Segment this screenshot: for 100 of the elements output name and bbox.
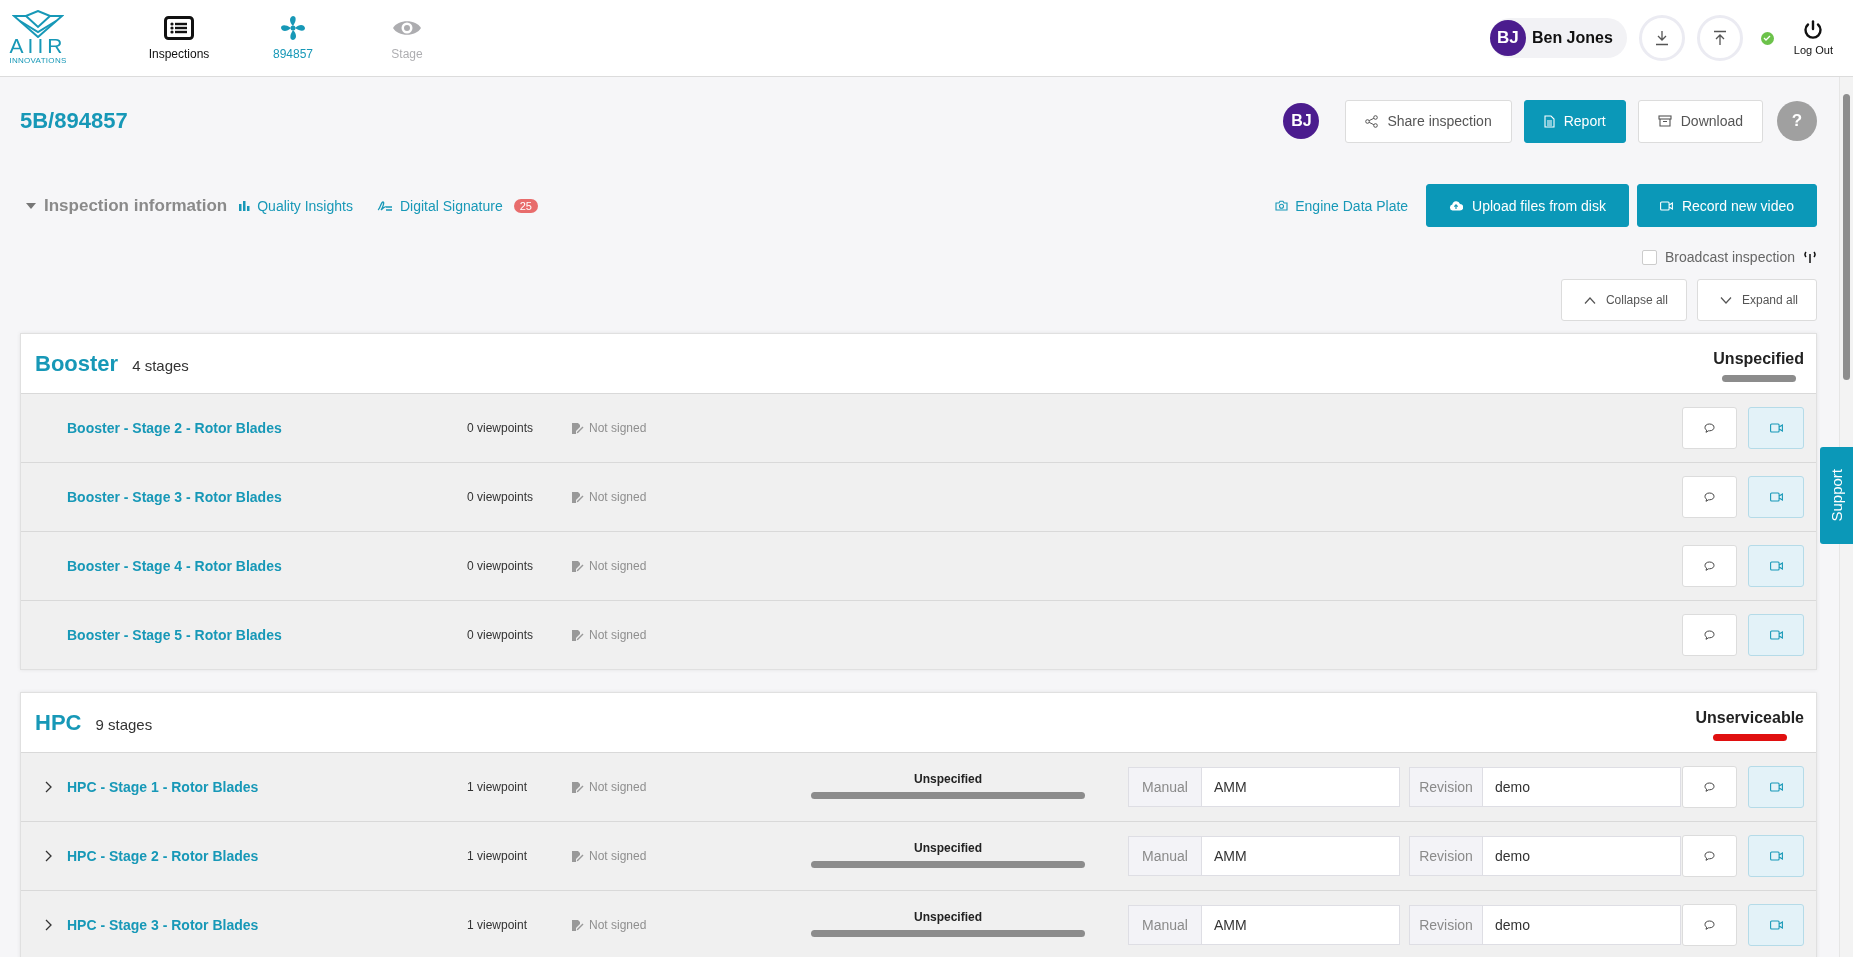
signature-icon [571, 490, 584, 504]
report-button[interactable]: Report [1523, 99, 1626, 143]
comment-button[interactable] [1682, 766, 1737, 808]
section-status: Unspecified [1713, 349, 1804, 368]
input-field[interactable]: AMM [1202, 905, 1400, 945]
stage-status: Unspecified [914, 909, 982, 924]
expand-button[interactable]: Expand all [1696, 279, 1817, 321]
fan-icon [280, 15, 306, 41]
checkbox-label: Broadcast inspection [1665, 249, 1795, 265]
viewpoint-count: 0 viewpoints [467, 490, 535, 504]
viewpoint-count: 0 viewpoints [467, 421, 535, 435]
stage-link[interactable]: Booster - Stage 5 - Rotor Blades [67, 627, 467, 643]
antenna-icon [1803, 251, 1817, 263]
count-badge: 25 [513, 198, 538, 213]
record-button[interactable]: Record new video [1636, 184, 1817, 227]
download-button[interactable] [1638, 15, 1685, 61]
input-field[interactable]: demo [1483, 767, 1681, 807]
comment-icon [1704, 851, 1715, 861]
upload-button[interactable] [1696, 15, 1743, 61]
video-button[interactable] [1748, 545, 1804, 587]
input-field[interactable]: AMM [1202, 836, 1400, 876]
comment-icon [1704, 630, 1715, 640]
comment-button[interactable] [1682, 835, 1737, 877]
viewpoint-count: 1 viewpoint [467, 918, 529, 932]
stage-link[interactable]: HPC - Stage 2 - Rotor Blades [67, 848, 467, 864]
video-button[interactable] [1748, 766, 1804, 808]
logout-button[interactable]: Log Out [1793, 20, 1833, 56]
comment-button[interactable] [1682, 614, 1737, 656]
quality-insights-link[interactable]: Quality Insights [239, 197, 353, 214]
caret-icon[interactable] [26, 202, 36, 209]
field-label: Manual [1128, 767, 1202, 807]
comment-icon [1704, 423, 1715, 433]
video-button[interactable] [1748, 476, 1804, 518]
video-button[interactable] [1748, 614, 1804, 656]
input-field[interactable]: demo [1483, 836, 1681, 876]
help-button[interactable]: ? [1777, 101, 1817, 141]
input-field[interactable]: AMM [1202, 767, 1400, 807]
video-camera-icon [1769, 423, 1783, 433]
signature-status: Not signed [589, 918, 647, 932]
video-camera-icon [1769, 851, 1783, 861]
download-button[interactable]: Download [1637, 99, 1763, 143]
download-icon [1654, 30, 1669, 46]
share-button[interactable]: Share inspection [1345, 99, 1512, 143]
bar-chart-icon [239, 200, 251, 211]
nav-tab[interactable]: Inspections [122, 15, 236, 61]
input-field[interactable]: demo [1483, 905, 1681, 945]
user-name: Ben Jones [1531, 29, 1613, 47]
comment-button[interactable] [1682, 904, 1737, 946]
collapse-button[interactable]: Collapse all [1560, 279, 1687, 321]
logo-text: AIIR [9, 36, 67, 56]
stage-link[interactable]: Booster - Stage 4 - Rotor Blades [67, 558, 467, 574]
chevron-right-icon[interactable] [45, 850, 52, 862]
checkbox[interactable] [1642, 249, 1658, 265]
signature-status: Not signed [589, 780, 647, 794]
user-avatar: BJ [1489, 20, 1526, 56]
video-camera-icon [1659, 200, 1673, 211]
signature-icon [571, 628, 584, 642]
stage-status: Unspecified [914, 771, 982, 786]
logo-icon [12, 10, 64, 38]
stage-link[interactable]: HPC - Stage 3 - Rotor Blades [67, 917, 467, 933]
comment-icon [1704, 561, 1715, 571]
collaborator-avatar: BJ [1283, 103, 1320, 139]
cloud-upload-icon [1449, 200, 1464, 211]
viewpoint-count: 0 viewpoints [467, 628, 535, 642]
signature-icon [571, 421, 584, 435]
list-icon [164, 15, 194, 41]
signature-status: Not signed [589, 559, 647, 573]
stage-link[interactable]: Booster - Stage 3 - Rotor Blades [67, 489, 467, 505]
logo-subtitle: INNOVATIONS [9, 56, 67, 66]
field-label: Revision [1409, 767, 1483, 807]
video-button[interactable] [1748, 904, 1804, 946]
comment-button[interactable] [1682, 407, 1737, 449]
support-tab[interactable]: Support [1820, 447, 1853, 544]
video-camera-icon [1769, 920, 1783, 930]
chevron-up-icon [1583, 296, 1596, 304]
stage-link[interactable]: HPC - Stage 1 - Rotor Blades [67, 779, 467, 795]
comment-button[interactable] [1682, 545, 1737, 587]
video-button[interactable] [1748, 407, 1804, 449]
digital-signature-link[interactable]: Digital Signature 25 [376, 197, 538, 214]
signature-status: Not signed [589, 628, 647, 642]
signature-icon [571, 559, 584, 573]
share-icon [1365, 114, 1379, 128]
stage-count: 9 stages [95, 716, 153, 733]
document-icon [1543, 114, 1555, 128]
section-heading: Inspection information [44, 195, 228, 216]
chevron-right-icon[interactable] [45, 781, 52, 793]
upload-button[interactable]: Upload files from disk [1426, 184, 1629, 227]
comment-icon [1704, 782, 1715, 792]
stage-link[interactable]: Booster - Stage 2 - Rotor Blades [67, 420, 467, 436]
stage-count: 4 stages [132, 357, 189, 374]
comment-button[interactable] [1682, 476, 1737, 518]
signature-status: Not signed [589, 490, 647, 504]
signature-icon [571, 918, 584, 932]
video-button[interactable] [1748, 835, 1804, 877]
user-chip[interactable]: BJ Ben Jones [1489, 18, 1627, 58]
signature-status: Not signed [589, 849, 647, 863]
engine-data-plate-link[interactable]: Engine Data Plate [1275, 197, 1409, 214]
nav-tab[interactable]: 894857 [236, 15, 350, 61]
field-label: Revision [1409, 836, 1483, 876]
chevron-right-icon[interactable] [45, 919, 52, 931]
